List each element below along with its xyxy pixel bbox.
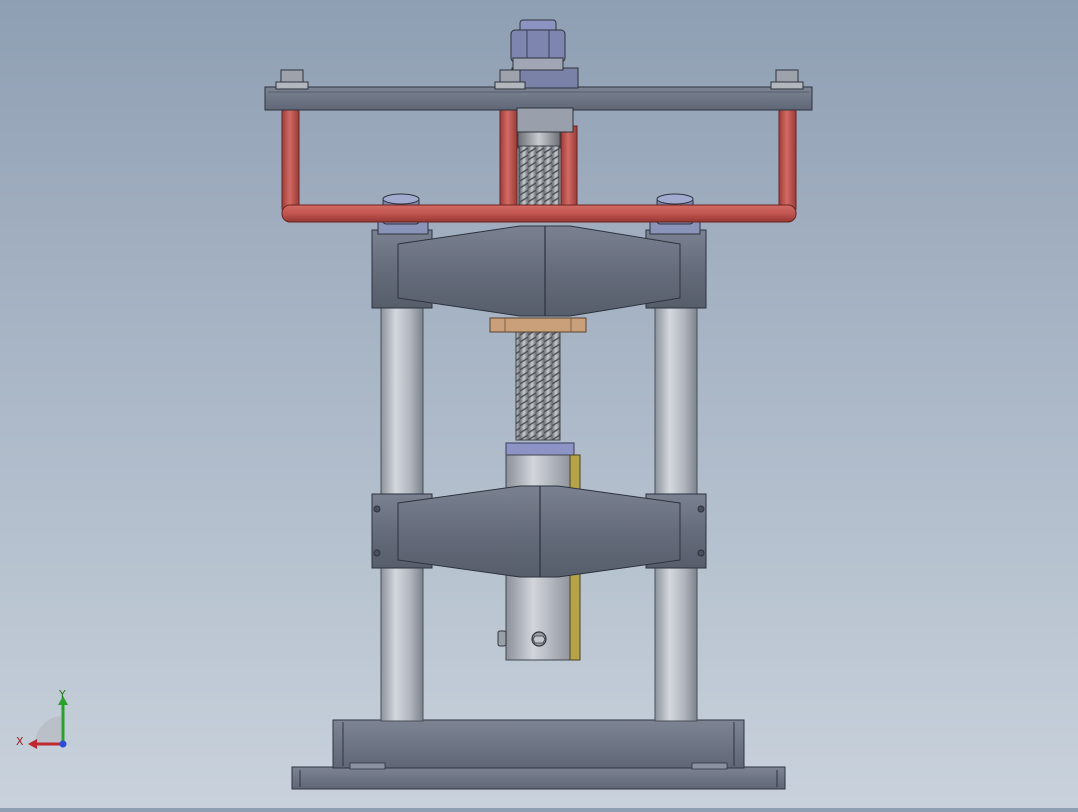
press-assembly-model[interactable] [0, 0, 1078, 808]
lower-lead-screw[interactable] [515, 329, 561, 441]
top-plate-bolt-center [494, 69, 526, 90]
top-plate-bolt-left [275, 69, 309, 90]
upper-lead-screw[interactable] [517, 129, 561, 209]
top-plate-bolt-right [770, 69, 804, 90]
triad-arc-icon [35, 716, 63, 744]
base-plate[interactable] [291, 719, 786, 790]
lower-crosshead[interactable] [371, 485, 707, 578]
top-adjustment-nut[interactable] [510, 19, 566, 71]
top-plate[interactable] [264, 67, 813, 133]
graphics-viewport[interactable]: Y X [0, 0, 1078, 808]
coordinate-triad[interactable]: Y X [10, 686, 80, 756]
z-axis-dot [59, 740, 67, 748]
y-axis-label: Y [58, 688, 66, 701]
upper-crosshead[interactable] [371, 221, 707, 317]
x-axis-label: X [16, 735, 24, 748]
bronze-bushing[interactable] [489, 317, 587, 333]
